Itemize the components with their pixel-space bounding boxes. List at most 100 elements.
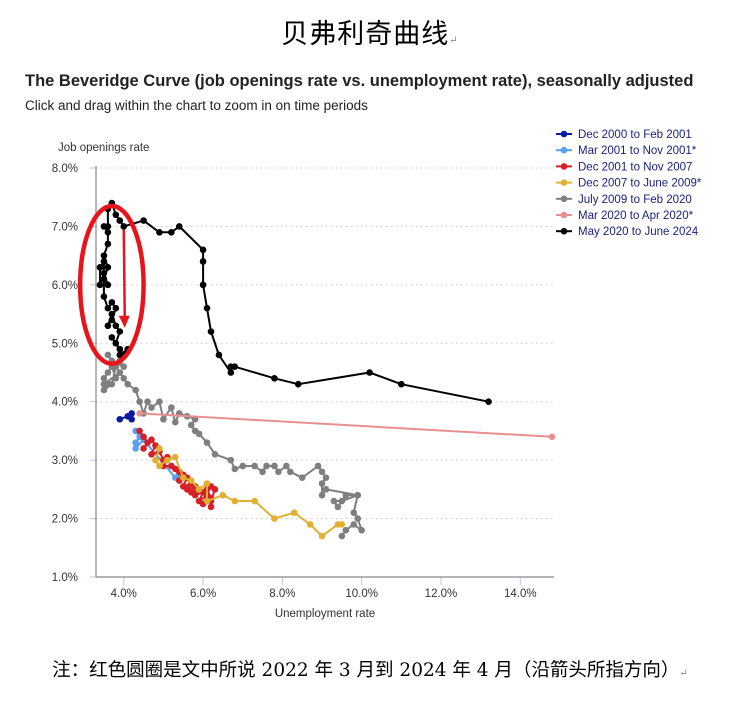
- data-point[interactable]: [350, 521, 358, 528]
- data-point[interactable]: [108, 310, 116, 318]
- data-point[interactable]: [156, 398, 163, 406]
- data-point[interactable]: [358, 526, 365, 534]
- data-point[interactable]: [132, 439, 139, 446]
- data-point[interactable]: [318, 491, 326, 499]
- data-point[interactable]: [104, 304, 112, 312]
- data-point[interactable]: [398, 380, 405, 388]
- data-point[interactable]: [152, 456, 159, 464]
- data-point[interactable]: [104, 240, 112, 248]
- data-point[interactable]: [108, 299, 116, 306]
- data-point[interactable]: [112, 304, 120, 312]
- data-point[interactable]: [156, 228, 163, 236]
- data-point[interactable]: [116, 415, 124, 423]
- data-point[interactable]: [354, 515, 362, 522]
- legend-item[interactable]: Dec 2001 to Nov 2007: [578, 161, 692, 173]
- data-point[interactable]: [287, 468, 294, 476]
- data-point[interactable]: [271, 462, 278, 470]
- data-point[interactable]: [251, 462, 258, 470]
- data-point[interactable]: [168, 228, 175, 236]
- data-point[interactable]: [290, 509, 298, 517]
- data-point[interactable]: [314, 462, 322, 470]
- data-point[interactable]: [120, 223, 128, 230]
- data-point[interactable]: [108, 380, 116, 388]
- data-point[interactable]: [140, 433, 147, 441]
- data-point[interactable]: [100, 375, 108, 382]
- data-point[interactable]: [187, 477, 195, 484]
- data-point[interactable]: [144, 398, 151, 406]
- data-point[interactable]: [227, 369, 235, 376]
- data-point[interactable]: [318, 468, 326, 476]
- data-point[interactable]: [168, 404, 175, 411]
- data-point[interactable]: [187, 421, 195, 429]
- legend-item[interactable]: Dec 2000 to Feb 2001: [578, 129, 692, 141]
- data-point[interactable]: [148, 404, 155, 411]
- data-point[interactable]: [275, 468, 282, 476]
- data-point[interactable]: [136, 427, 143, 435]
- legend-item[interactable]: Dec 2007 to June 2009*: [578, 178, 702, 190]
- legend-item[interactable]: May 2020 to June 2024: [578, 226, 699, 238]
- data-point[interactable]: [263, 462, 270, 470]
- data-point[interactable]: [207, 503, 215, 511]
- data-point[interactable]: [148, 451, 155, 458]
- data-point[interactable]: [485, 398, 492, 406]
- data-point[interactable]: [100, 258, 108, 265]
- data-point[interactable]: [203, 439, 211, 446]
- data-point[interactable]: [354, 491, 362, 499]
- data-point[interactable]: [239, 462, 247, 470]
- data-point[interactable]: [322, 486, 330, 493]
- data-point[interactable]: [112, 339, 120, 347]
- data-point[interactable]: [100, 386, 108, 394]
- data-point[interactable]: [104, 322, 112, 330]
- data-point[interactable]: [251, 497, 258, 505]
- data-point[interactable]: [298, 474, 306, 481]
- data-point[interactable]: [156, 445, 163, 452]
- data-point[interactable]: [259, 468, 266, 476]
- data-point[interactable]: [112, 375, 120, 382]
- data-point[interactable]: [294, 380, 302, 388]
- data-point[interactable]: [164, 456, 171, 464]
- legend-item[interactable]: Mar 2001 to Nov 2001*: [578, 145, 697, 157]
- data-point[interactable]: [195, 486, 203, 493]
- legend-item[interactable]: July 2009 to Feb 2020: [578, 194, 692, 206]
- data-point[interactable]: [108, 316, 116, 324]
- data-point[interactable]: [140, 445, 147, 452]
- data-point[interactable]: [207, 328, 215, 335]
- data-point[interactable]: [108, 334, 116, 341]
- data-point[interactable]: [227, 456, 235, 464]
- data-point[interactable]: [124, 380, 132, 388]
- data-point[interactable]: [334, 503, 342, 511]
- data-point[interactable]: [227, 363, 235, 370]
- data-point[interactable]: [203, 497, 211, 505]
- data-point[interactable]: [172, 418, 179, 426]
- data-point[interactable]: [199, 258, 207, 265]
- data-point[interactable]: [219, 491, 227, 499]
- data-point[interactable]: [96, 281, 104, 289]
- data-point[interactable]: [366, 369, 373, 376]
- data-point[interactable]: [100, 223, 108, 230]
- data-point[interactable]: [104, 351, 112, 359]
- data-point[interactable]: [104, 281, 112, 289]
- data-point[interactable]: [211, 451, 219, 458]
- data-point[interactable]: [96, 264, 104, 271]
- data-point[interactable]: [548, 433, 556, 441]
- data-point[interactable]: [104, 228, 112, 236]
- data-point[interactable]: [128, 410, 135, 417]
- data-point[interactable]: [116, 345, 124, 353]
- data-point[interactable]: [191, 427, 199, 435]
- data-point[interactable]: [112, 322, 120, 330]
- data-point[interactable]: [306, 521, 314, 528]
- data-point[interactable]: [318, 532, 326, 540]
- data-point[interactable]: [172, 453, 179, 461]
- data-point[interactable]: [199, 246, 207, 254]
- data-point[interactable]: [318, 480, 326, 487]
- data-point[interactable]: [136, 410, 143, 417]
- data-point[interactable]: [342, 491, 350, 499]
- data-point[interactable]: [203, 480, 211, 487]
- data-point[interactable]: [338, 532, 346, 540]
- data-point[interactable]: [350, 509, 358, 517]
- data-point[interactable]: [271, 375, 278, 382]
- data-point[interactable]: [104, 264, 112, 271]
- data-point[interactable]: [271, 515, 278, 522]
- data-point[interactable]: [132, 445, 139, 452]
- data-point[interactable]: [179, 474, 187, 481]
